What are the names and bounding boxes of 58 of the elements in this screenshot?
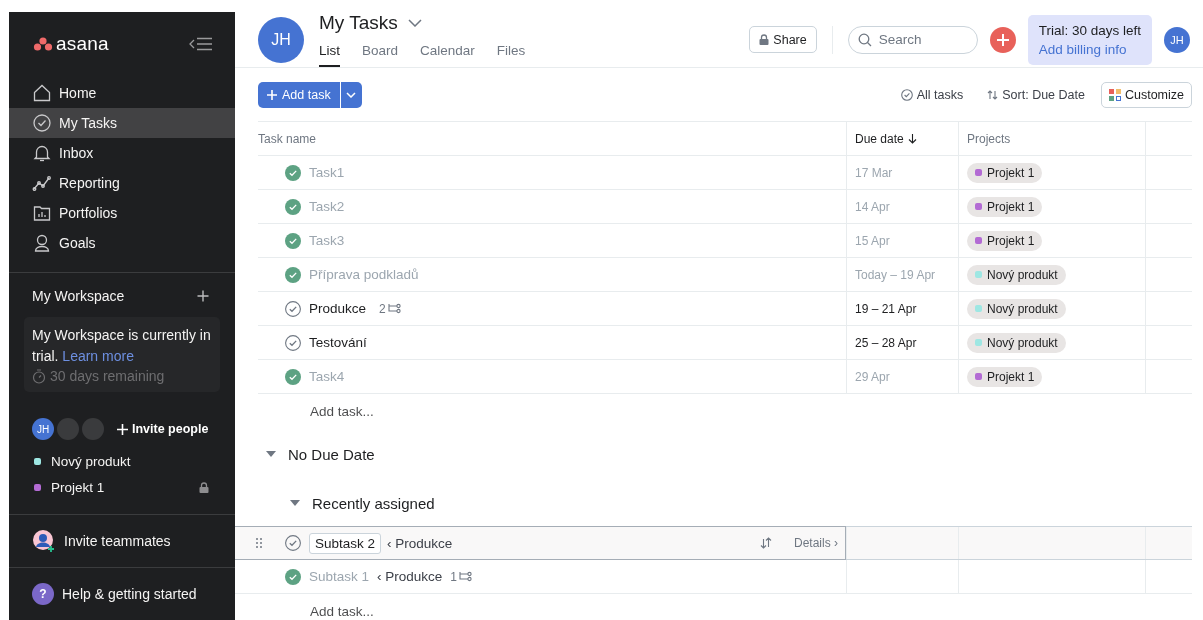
nav-item[interactable]: Inbox <box>9 138 235 168</box>
view-tab[interactable]: Calendar <box>420 40 475 67</box>
sort-button[interactable]: Sort: Due Date <box>987 87 1085 102</box>
project-tag[interactable]: Nový produkt <box>967 264 1066 285</box>
workspace-title[interactable]: My Workspace <box>32 288 125 304</box>
section-title[interactable]: Recently assigned <box>312 494 435 512</box>
project-tag[interactable]: Nový produkt <box>967 332 1066 353</box>
project-tag[interactable]: Nový produkt <box>967 298 1066 319</box>
column-header[interactable]: Due date <box>846 122 958 155</box>
project-tag[interactable]: Projekt 1 <box>967 230 1043 251</box>
details-button[interactable]: Details › <box>794 536 838 550</box>
help-button[interactable]: ? Help & getting started <box>9 568 235 620</box>
due-date[interactable]: 25 – 28 Apr <box>846 326 958 359</box>
customize-button[interactable]: Customize <box>1100 81 1192 108</box>
user-avatar[interactable]: JH <box>1164 26 1190 53</box>
project-tag[interactable]: Projekt 1 <box>967 162 1043 183</box>
view-tab[interactable]: Board <box>362 40 399 67</box>
project-item[interactable]: Nový produkt <box>9 448 235 474</box>
add-task-button[interactable]: Add task <box>258 81 340 108</box>
view-tab[interactable]: Files <box>496 40 526 67</box>
task-name[interactable]: Testování <box>309 335 367 350</box>
invite-teammates-button[interactable]: Invite teammates <box>9 515 235 568</box>
subtask-count: 2 <box>379 301 401 316</box>
column-header: Task name <box>258 130 318 148</box>
add-billing-link[interactable]: Add billing info <box>1038 41 1141 57</box>
project-tag[interactable]: Projekt 1 <box>967 196 1043 217</box>
all-tasks-filter[interactable]: All tasks <box>900 87 964 102</box>
days-remaining: 30 days remaining <box>50 368 165 384</box>
view-tab[interactable]: List <box>319 40 340 67</box>
search-field[interactable]: Search <box>847 25 978 54</box>
parent-task-link[interactable]: ‹ Produkce <box>377 569 443 584</box>
nav-item[interactable]: Home <box>9 78 235 108</box>
trial-message: My Workspace is currently in trial. Learn more <box>32 326 212 366</box>
user-avatar[interactable]: JH <box>32 418 54 440</box>
add-task-link[interactable]: Add task... <box>310 603 374 619</box>
section-title[interactable]: No Due Date <box>288 445 375 463</box>
learn-more-link[interactable]: Learn more <box>62 348 134 364</box>
nav-item[interactable]: Goals <box>9 228 235 258</box>
parent-task-link[interactable]: ‹ Produkce <box>387 535 453 551</box>
column-header: Projects <box>958 122 1145 155</box>
add-task-link[interactable]: Add task... <box>310 403 374 419</box>
project-avatar: JH <box>258 16 304 63</box>
subtask-count: 1 <box>450 569 472 584</box>
asana-logo: asana <box>33 33 109 55</box>
nav-item[interactable]: Reporting <box>9 168 235 198</box>
task-name[interactable]: Produkce <box>309 301 367 316</box>
share-button[interactable]: Share <box>749 26 817 53</box>
page-title: My Tasks <box>319 12 398 34</box>
invite-people-button[interactable]: Invite people <box>117 422 209 436</box>
help-icon: ? <box>32 583 54 605</box>
task-name-field[interactable]: Subtask 2 <box>309 532 382 554</box>
nav-item[interactable]: My Tasks <box>9 108 235 138</box>
project-tag[interactable]: Projekt 1 <box>967 366 1043 387</box>
selected-task-row[interactable]: Subtask 2 ‹ Produkce Details › <box>235 526 846 560</box>
due-date[interactable]: 19 – 21 Apr <box>846 292 958 325</box>
trial-days-text: Trial: 30 days left <box>1038 22 1141 38</box>
nav-item[interactable]: Portfolios <box>9 198 235 228</box>
project-item[interactable]: Projekt 1 <box>9 474 235 500</box>
